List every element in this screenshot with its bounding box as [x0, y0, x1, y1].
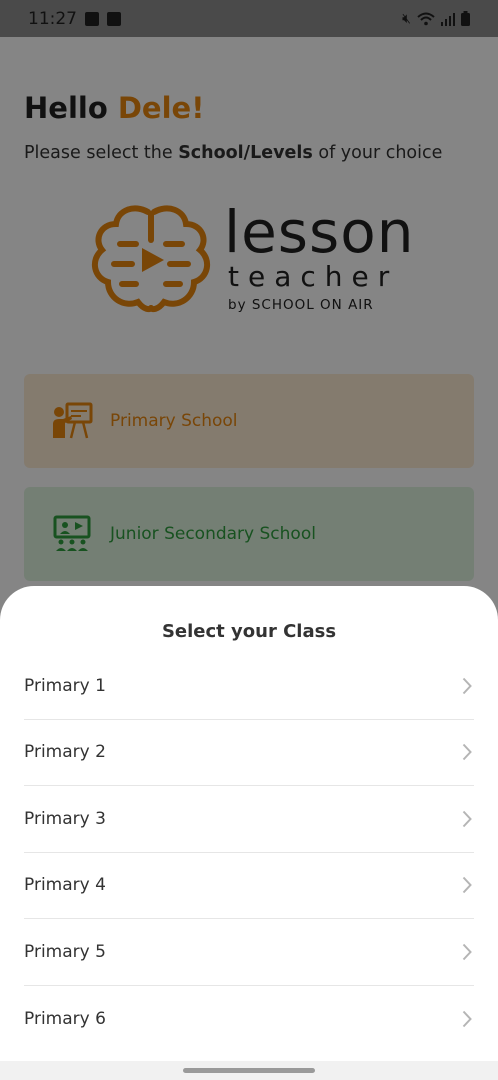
class-item-label: Primary 6 [24, 1008, 106, 1029]
chevron-right-icon [460, 942, 474, 962]
sheet-title: Select your Class [161, 621, 337, 642]
mute-icon: 🔇︎ [402, 10, 411, 27]
class-item-label: Primary 5 [24, 941, 106, 962]
class-item-primary-6[interactable]: Primary 6 [24, 986, 474, 1053]
checkbox-notification-icon [107, 11, 121, 26]
wifi-icon [417, 12, 435, 26]
class-item-label: Primary 4 [24, 875, 106, 896]
status-time: 11:27 [28, 8, 77, 29]
signal-icon [441, 12, 455, 26]
chevron-right-icon [460, 676, 474, 696]
status-bar: 11:27 🔇︎ [0, 0, 498, 37]
class-item-primary-3[interactable]: Primary 3 [24, 786, 474, 853]
class-item-label: Primary 1 [24, 675, 106, 696]
class-item-primary-4[interactable]: Primary 4 [24, 853, 474, 919]
select-class-bottom-sheet: Select your Class Primary 1 Primary 2 Pr… [0, 586, 498, 1080]
class-item-primary-1[interactable]: Primary 1 [24, 653, 474, 720]
chevron-right-icon [460, 875, 474, 895]
class-item-label: Primary 2 [24, 742, 106, 763]
class-item-primary-2[interactable]: Primary 2 [24, 720, 474, 786]
chevron-right-icon [460, 1009, 474, 1029]
class-item-label: Primary 3 [24, 808, 106, 829]
chevron-right-icon [460, 809, 474, 829]
chevron-right-icon [460, 742, 474, 762]
status-left: 11:27 [28, 9, 121, 29]
system-navigation-bar [0, 1061, 498, 1080]
home-gesture-handle[interactable] [183, 1068, 315, 1073]
class-item-primary-5[interactable]: Primary 5 [24, 919, 474, 986]
battery-icon [461, 11, 470, 26]
status-right: 🔇︎ [402, 11, 470, 27]
class-list: Primary 1 Primary 2 Primary 3 Primary 4 … [24, 653, 474, 1052]
image-notification-icon [85, 11, 99, 26]
